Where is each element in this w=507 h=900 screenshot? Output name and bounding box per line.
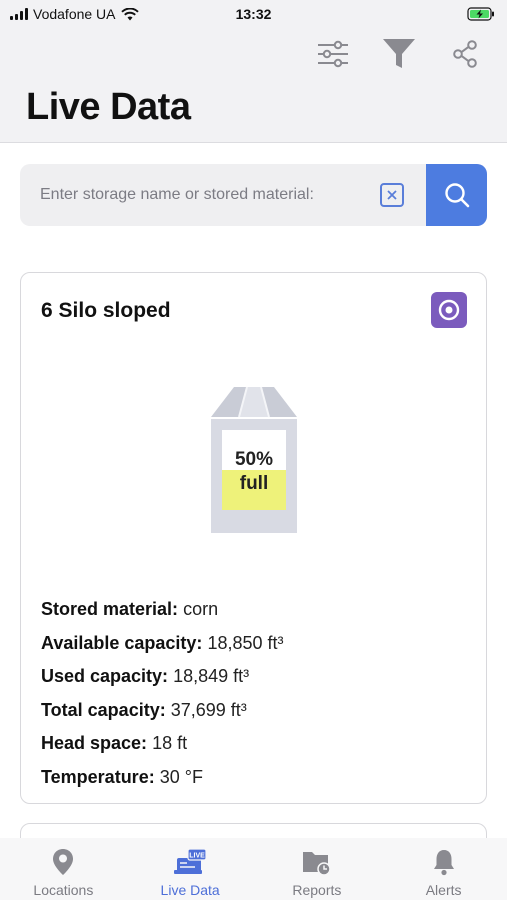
detail-label: Used capacity: — [41, 666, 169, 686]
detail-label: Stored material: — [41, 599, 179, 619]
storage-details: Stored material: corn Available capacity… — [41, 593, 284, 794]
filter-icon — [383, 39, 415, 68]
battery-charging-icon — [467, 7, 495, 21]
silo-illustration: 50% full — [211, 386, 297, 533]
tab-reports[interactable]: Reports — [254, 838, 381, 900]
tab-alerts[interactable]: Alerts — [380, 838, 507, 900]
detail-row-head-space: Head space: 18 ft — [41, 727, 284, 761]
settings-sliders-button[interactable] — [313, 34, 353, 74]
detail-label: Available capacity: — [41, 632, 203, 653]
search-bar — [20, 164, 487, 226]
tab-label: Reports — [292, 882, 342, 898]
detail-row-stored-material: Stored material: corn — [41, 593, 284, 627]
detail-label: Total capacity: — [41, 699, 166, 720]
search-button[interactable] — [426, 164, 487, 226]
clear-search-button[interactable] — [380, 183, 404, 207]
bell-icon — [433, 850, 454, 876]
page-header: Live Data — [0, 28, 507, 143]
fill-status-label: full — [240, 473, 269, 494]
bottom-tab-bar: Locations LIVE Live Data Reports Alerts — [0, 838, 507, 900]
search-icon — [444, 183, 469, 208]
tab-live-data[interactable]: LIVE Live Data — [127, 838, 254, 900]
tab-label: Alerts — [425, 882, 462, 898]
signal-icon — [10, 8, 28, 20]
status-bar: Vodafone UA 13:32 — [0, 0, 507, 28]
wifi-icon — [120, 7, 139, 21]
storage-card[interactable]: 6 Silo sloped 50% full Stored material: … — [20, 272, 487, 804]
detail-value: 37,699 ft³ — [170, 699, 247, 720]
detail-row-total-capacity: Total capacity: 37,699 ft³ — [41, 694, 284, 728]
tab-locations[interactable]: Locations — [0, 838, 127, 900]
detail-value: 18,850 ft³ — [207, 632, 284, 653]
detail-label: Temperature: — [41, 766, 155, 787]
tab-label: Live Data — [160, 882, 220, 898]
detail-value: 18,849 ft³ — [173, 666, 250, 686]
status-time: 13:32 — [235, 6, 272, 22]
detail-value: 18 ft — [152, 733, 188, 753]
detail-row-temperature: Temperature: 30 °F — [41, 761, 284, 795]
share-icon — [453, 40, 477, 68]
close-icon — [387, 190, 397, 200]
reports-icon — [302, 852, 331, 876]
search-input[interactable] — [20, 164, 380, 226]
detail-row-available-capacity: Available capacity: 18,850 ft³ — [41, 627, 284, 661]
sensor-button[interactable] — [431, 292, 467, 328]
filter-button[interactable] — [379, 34, 419, 74]
storage-name: 6 Silo sloped — [41, 299, 171, 322]
status-left: Vodafone UA — [10, 6, 139, 22]
live-data-icon: LIVE — [174, 848, 207, 874]
header-toolbar — [313, 34, 485, 74]
svg-text:LIVE: LIVE — [189, 853, 205, 860]
detail-value: 30 °F — [159, 766, 203, 787]
share-button[interactable] — [445, 34, 485, 74]
detail-row-used-capacity: Used capacity: 18,849 ft³ — [41, 660, 284, 694]
location-pin-icon — [53, 849, 74, 875]
carrier-name: Vodafone UA — [33, 6, 116, 22]
sliders-icon — [318, 40, 348, 68]
page-title: Live Data — [26, 86, 191, 128]
detail-value: corn — [183, 599, 219, 619]
sensor-target-icon — [438, 299, 460, 321]
detail-label: Head space: — [41, 733, 148, 753]
fill-percent-label: 50% — [235, 449, 273, 470]
tab-label: Locations — [33, 882, 94, 898]
